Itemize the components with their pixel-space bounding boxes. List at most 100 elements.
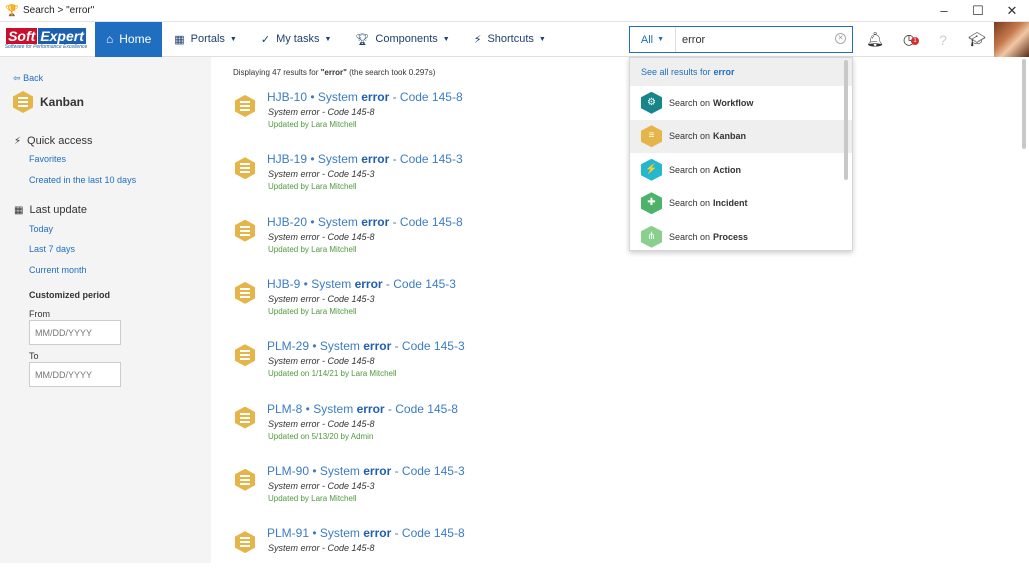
- home-button[interactable]: ⌂ Home: [95, 21, 163, 57]
- title-bar: 🏆 Search > "error" – ☐ ✕: [0, 0, 1029, 22]
- back-arrow-icon: ⇦: [13, 73, 21, 83]
- result-subtitle: System error - Code 145-8: [268, 356, 375, 367]
- search-on-process[interactable]: ⋔ Search on Process: [630, 220, 852, 254]
- graduation-cap-icon[interactable]: 🎓︎: [960, 31, 994, 48]
- clear-icon[interactable]: ✕: [835, 33, 846, 44]
- chevron-down-icon: ▼: [538, 35, 546, 43]
- kanban-icon: [13, 91, 33, 113]
- chevron-down-icon: ▼: [324, 35, 332, 43]
- lightning-icon: ⚡︎: [14, 135, 22, 147]
- close-button[interactable]: ✕: [995, 0, 1029, 22]
- result-subtitle: System error - Code 145-8: [268, 231, 375, 242]
- scrollbar-thumb[interactable]: [1022, 59, 1026, 149]
- from-date-input[interactable]: [29, 320, 121, 345]
- notification-badge: 1: [911, 37, 919, 45]
- results-summary: Displaying 47 results for "error" (the s…: [233, 68, 436, 77]
- components-menu[interactable]: 🏆︎ Components ▼: [343, 22, 461, 57]
- grid-icon: ▦: [174, 33, 185, 46]
- bell-icon[interactable]: 🔔︎: [858, 31, 892, 48]
- sidebar: ⇦ Back Kanban ⚡︎ Quick access Favorites C…: [0, 57, 211, 563]
- help-icon[interactable]: ?: [926, 32, 960, 48]
- page-scrollbar[interactable]: [1019, 57, 1029, 563]
- result-updated: Updated by Lara Mitchell: [268, 182, 357, 192]
- result-updated: Updated on 1/14/21 by Lara Mitchell: [268, 369, 397, 379]
- result-item: HJB-9 • System error - Code 145-3 System…: [233, 272, 793, 332]
- result-updated: Updated by Lara Mitchell: [268, 120, 357, 129]
- result-item: PLM-90 • System error - Code 145-3 Syste…: [233, 459, 793, 519]
- minimize-button[interactable]: –: [927, 0, 961, 22]
- top-navbar: Soft Expert Software for Performance Exce…: [0, 21, 1029, 57]
- result-title-link[interactable]: PLM-91 • System error - Code 145-8: [267, 526, 465, 540]
- kanban-icon: [235, 95, 255, 117]
- result-updated: Updated by Lara Mitchell: [268, 306, 357, 316]
- lightning-icon: ⚡: [641, 158, 662, 181]
- kanban-icon: [235, 344, 255, 367]
- result-subtitle: System error - Code 145-3: [268, 169, 375, 180]
- trophy-icon: 🏆: [5, 4, 19, 17]
- to-date-input[interactable]: [29, 362, 121, 387]
- result-updated: Updated by Lara Mitchell: [268, 493, 357, 503]
- today-link[interactable]: Today: [29, 224, 53, 234]
- last-7-days-link[interactable]: Last 7 days: [29, 244, 75, 254]
- softexpert-logo[interactable]: Soft Expert Software for Performance Exce…: [0, 22, 92, 57]
- result-item: PLM-29 • System error - Code 145-3 Syste…: [233, 334, 793, 394]
- result-subtitle: System error - Code 145-8: [268, 543, 375, 554]
- timer-icon[interactable]: ◷ 1: [892, 31, 926, 48]
- result-title-link[interactable]: PLM-29 • System error - Code 145-3: [267, 339, 465, 353]
- chevron-down-icon: ▼: [657, 36, 665, 43]
- results-area: Displaying 47 results for "error" (the s…: [211, 57, 1019, 563]
- back-link[interactable]: ⇦ Back: [13, 73, 43, 84]
- result-title-link[interactable]: HJB-20 • System error - Code 145-8: [267, 215, 463, 229]
- portals-menu[interactable]: ▦ Portals ▼: [162, 22, 249, 57]
- result-subtitle: System error - Code 145-8: [268, 107, 375, 117]
- chevron-down-icon: ▼: [442, 35, 450, 43]
- result-updated: Updated on 5/13/20 by Admin: [268, 431, 374, 441]
- to-label: To: [29, 351, 39, 361]
- kanban-icon: ≡: [641, 125, 662, 148]
- dropdown-scrollbar[interactable]: [844, 60, 848, 180]
- shortcuts-menu[interactable]: ⚡︎ Shortcuts ▼: [462, 22, 558, 57]
- search-on-action[interactable]: ⚡ Search on Action: [630, 153, 852, 187]
- see-all-results-link[interactable]: See all results for error: [630, 58, 852, 86]
- check-icon: ✓: [260, 33, 271, 46]
- chevron-down-icon: ▼: [229, 35, 237, 43]
- from-label: From: [29, 309, 50, 319]
- kanban-icon: [235, 468, 255, 491]
- result-title-link[interactable]: PLM-90 • System error - Code 145-3: [267, 464, 465, 478]
- customized-period-label: Customized period: [29, 290, 111, 300]
- search-scope-select[interactable]: All ▼: [630, 27, 676, 52]
- mytasks-menu[interactable]: ✓ My tasks ▼: [249, 22, 344, 57]
- search-input[interactable]: [682, 33, 832, 46]
- kanban-icon: [235, 531, 255, 554]
- maximize-button[interactable]: ☐: [961, 0, 995, 22]
- current-month-link[interactable]: Current month: [29, 265, 87, 275]
- result-updated: Updated by Lara Mitchell: [268, 244, 357, 254]
- kanban-icon: [235, 219, 255, 242]
- search-suggestions-dropdown: See all results for error ⚙ Search on Workf…: [629, 57, 853, 251]
- sidebar-title: Kanban: [13, 91, 84, 113]
- process-icon: ⋔: [641, 225, 662, 248]
- result-item: PLM-8 • System error - Code 145-8 System…: [233, 397, 793, 457]
- result-item: PLM-91 • System error - Code 145-8 Syste…: [233, 521, 793, 581]
- search-box: All▼ ✕: [629, 26, 853, 53]
- result-title-link[interactable]: PLM-8 • System error - Code 145-8: [267, 402, 458, 416]
- lightning-icon: ⚡︎: [473, 33, 482, 46]
- kanban-icon: [235, 281, 255, 304]
- avatar[interactable]: [994, 22, 1029, 57]
- result-subtitle: System error - Code 145-3: [268, 293, 375, 304]
- quick-access-heading: ⚡︎ Quick access: [14, 135, 93, 147]
- kanban-icon: [235, 406, 255, 429]
- search-on-incident[interactable]: ✚ Search on Incident: [630, 187, 852, 221]
- favorites-link[interactable]: Favorites: [29, 154, 66, 164]
- result-title-link[interactable]: HJB-19 • System error - Code 145-3: [267, 152, 463, 166]
- kanban-icon: [235, 157, 255, 180]
- result-subtitle: System error - Code 145-8: [268, 418, 375, 429]
- search-on-kanban[interactable]: ≡ Search on Kanban: [630, 119, 852, 153]
- result-title-link[interactable]: HJB-9 • System error - Code 145-3: [267, 277, 456, 291]
- home-icon: ⌂: [106, 32, 114, 46]
- created-last-10-days-link[interactable]: Created in the last 10 days: [29, 175, 136, 185]
- calendar-icon: ▦: [14, 204, 24, 216]
- search-on-workflow[interactable]: ⚙ Search on Workflow: [630, 86, 852, 120]
- result-subtitle: System error - Code 145-3: [268, 480, 375, 491]
- result-title-link[interactable]: HJB-10 • System error - Code 145-8: [267, 90, 463, 104]
